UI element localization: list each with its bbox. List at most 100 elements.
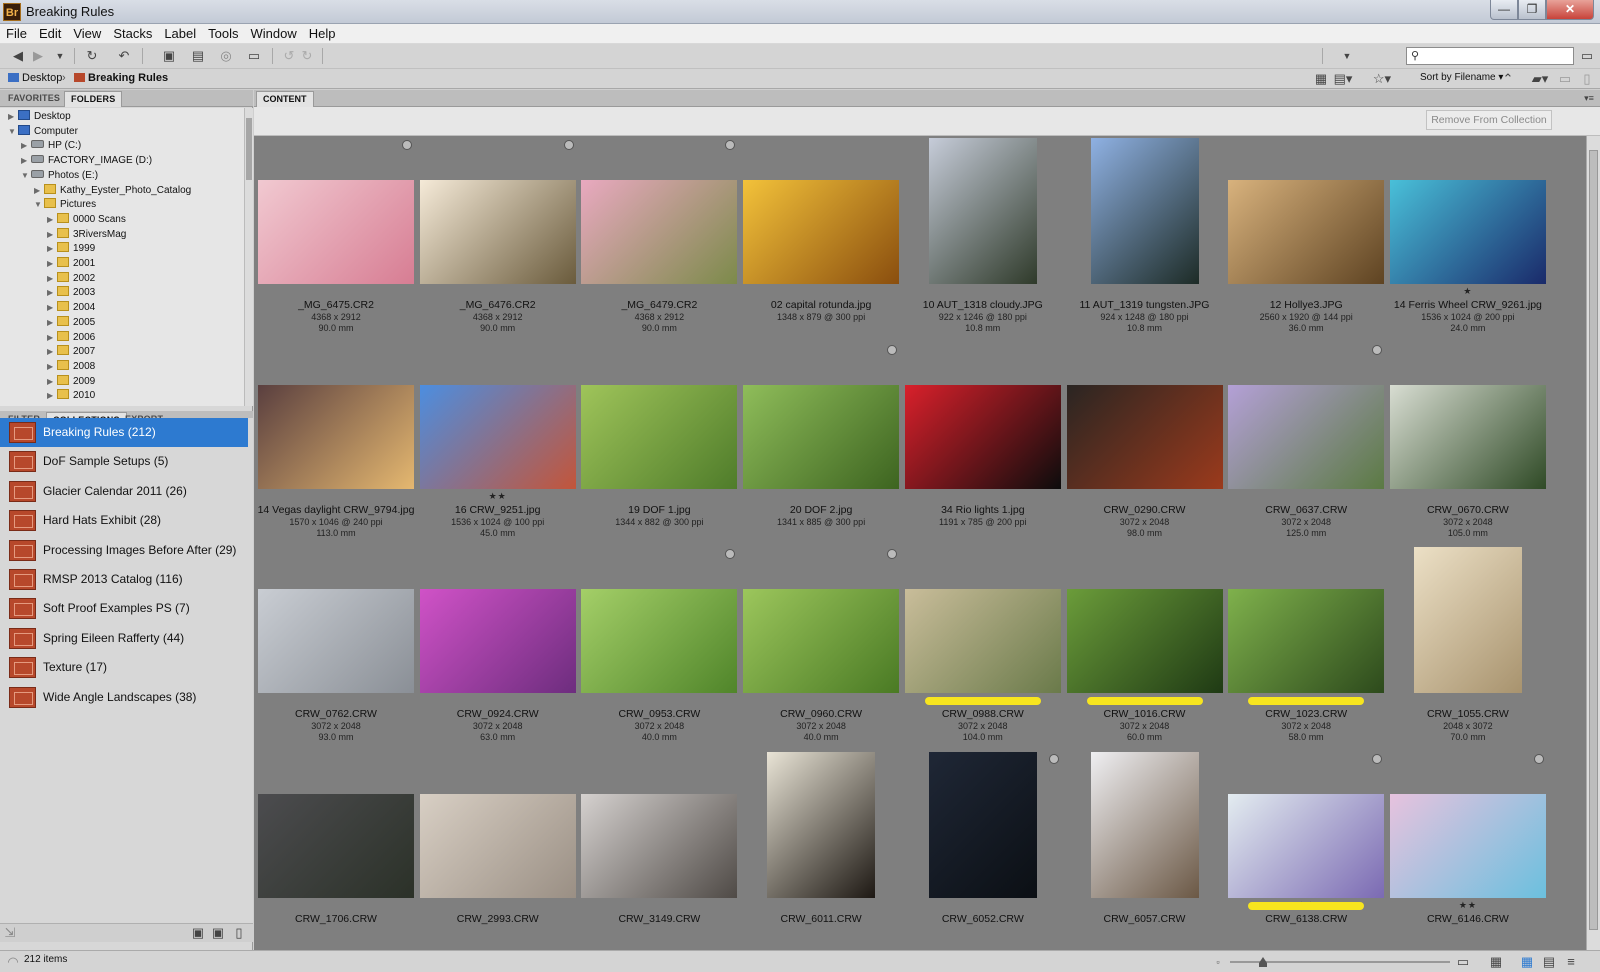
expand-arrow-open-icon[interactable]: ▼ — [8, 124, 18, 139]
thumbnail-image[interactable] — [419, 793, 576, 898]
collection-item[interactable]: Breaking Rules (212) — [0, 418, 248, 447]
thumbnail-image[interactable] — [581, 589, 738, 693]
folder-tree-row[interactable]: ▶ 2005 — [47, 315, 95, 330]
folder-tree-row[interactable]: ▶ 1999 — [47, 241, 95, 256]
panel-grip-icon[interactable]: ⇲ — [4, 925, 16, 941]
folder-tree-row[interactable]: ▶ 2006 — [47, 330, 95, 345]
thumbnail-image[interactable] — [1228, 589, 1385, 693]
thumbnail-cell[interactable]: ★★ CRW_6146.CRW — [1388, 750, 1548, 951]
folder-tree-row[interactable]: ▶ 2002 — [47, 271, 95, 286]
stack-badge-icon[interactable] — [563, 140, 574, 150]
grid-lock-icon[interactable]: ▦ — [1488, 954, 1504, 970]
collection-item[interactable]: Hard Hats Exhibit (28) — [0, 506, 248, 535]
thumbnail-filename[interactable]: 34 Rio lights 1.jpg — [903, 504, 1063, 516]
thumbnail-filename[interactable]: CRW_1016.CRW — [1065, 708, 1225, 720]
thumbnail-image[interactable] — [1066, 589, 1223, 693]
thumbnail-filename[interactable]: _MG_6475.CR2 — [256, 299, 416, 311]
thumbnail-cell[interactable]: ★ 14 Ferris Wheel CRW_9261.jpg 1536 x 1024… — [1388, 136, 1548, 341]
reveal-recent-icon[interactable]: ↻ — [82, 48, 102, 64]
thumbnail-cell[interactable]: CRW_0953.CRW 3072 x 2048 40.0 mm — [579, 545, 739, 750]
thumbnail-image[interactable] — [1090, 751, 1199, 898]
stack-badge-icon[interactable] — [887, 344, 898, 355]
thumbnail-cell[interactable]: CRW_3149.CRW — [579, 750, 739, 951]
rotate-right-icon[interactable]: ↻ — [300, 48, 314, 64]
filter-by-rating-icon[interactable]: ☆▾ — [1370, 71, 1394, 87]
thumbnail-image[interactable] — [581, 793, 738, 898]
star-rating[interactable]: ★ — [1388, 286, 1548, 297]
output-icon[interactable]: ▭ — [242, 48, 266, 64]
thumbnail-cell[interactable]: CRW_0988.CRW 3072 x 2048 104.0 mm — [903, 545, 1063, 750]
thumbnail-image[interactable] — [928, 138, 1037, 284]
workspace-dropdown-icon[interactable]: ▼ — [1340, 48, 1354, 64]
folder-tree-row[interactable]: ▶ 0000 Scans — [47, 212, 126, 227]
folder-tree-row[interactable]: ▼ Photos (E:) — [21, 168, 98, 183]
thumbnail-size-slider-thumb[interactable] — [1259, 957, 1267, 967]
thumbnail-image[interactable] — [1389, 180, 1546, 284]
folder-tree-row[interactable]: ▶ Kathy_Eyster_Photo_Catalog — [34, 183, 191, 198]
thumbnail-filename[interactable]: CRW_6138.CRW — [1226, 913, 1386, 925]
thumbnail-filename[interactable]: CRW_0290.CRW — [1065, 504, 1225, 516]
thumbnail-cell[interactable]: ★★CRW_6138.CRW — [1226, 750, 1386, 951]
panel-menu-icon[interactable]: ▾≡ — [1582, 90, 1596, 106]
thumbnail-filename[interactable]: CRW_0953.CRW — [579, 708, 739, 720]
expand-arrow-closed-icon[interactable]: ▶ — [47, 315, 57, 330]
expand-arrow-closed-icon[interactable]: ▶ — [47, 330, 57, 345]
tab-content[interactable]: CONTENT — [256, 91, 314, 107]
expand-arrow-closed-icon[interactable]: ▶ — [47, 241, 57, 256]
thumbnail-cell[interactable]: CRW_0290.CRW 3072 x 2048 98.0 mm — [1065, 341, 1225, 546]
thumbnail-filename[interactable]: CRW_0960.CRW — [741, 708, 901, 720]
stack-badge-icon[interactable] — [887, 549, 898, 559]
menu-stacks[interactable]: Stacks — [107, 24, 158, 42]
thumbnail-image[interactable] — [1413, 547, 1522, 693]
thumbnail-filename[interactable]: CRW_0924.CRW — [418, 708, 578, 720]
get-photos-icon[interactable]: ▣ — [160, 48, 178, 64]
thumbnail-filename[interactable]: CRW_6146.CRW — [1388, 913, 1548, 925]
thumbnail-image[interactable] — [581, 180, 738, 284]
thumbnail-image[interactable] — [928, 751, 1037, 898]
thumbnail-filename[interactable]: 02 capital rotunda.jpg — [741, 299, 901, 311]
recent-dropdown-icon[interactable]: ▼ — [54, 48, 66, 64]
expand-arrow-closed-icon[interactable]: ▶ — [47, 212, 57, 227]
thumbnail-filename[interactable]: 10 AUT_1318 cloudy.JPG — [903, 299, 1063, 311]
thumbnail-image[interactable] — [258, 793, 414, 898]
expand-arrow-open-icon[interactable]: ▼ — [21, 168, 31, 183]
menu-help[interactable]: Help — [303, 24, 342, 42]
minimize-button[interactable]: — — [1490, 0, 1518, 20]
folder-tree-row[interactable]: ▶ 3RiversMag — [47, 227, 126, 242]
thumbnail-cell[interactable]: 14 Vegas daylight CRW_9794.jpg 1570 x 104… — [256, 341, 416, 546]
thumbnail-cell[interactable]: CRW_6052.CRW — [903, 750, 1063, 951]
star-rating[interactable]: ★★ — [418, 491, 578, 502]
content-scrollbar[interactable] — [1586, 136, 1600, 950]
collection-item[interactable]: Wide Angle Landscapes (38) — [0, 683, 248, 712]
stack-badge-icon[interactable] — [1372, 344, 1383, 355]
folder-tree-row[interactable]: ▶ 2008 — [47, 359, 95, 374]
new-collection-icon[interactable]: ▣ — [210, 925, 226, 941]
thumbnail-cell[interactable]: CRW_0924.CRW 3072 x 2048 63.0 mm — [418, 545, 578, 750]
thumbnail-image[interactable] — [581, 384, 738, 489]
folder-tree-row[interactable]: ▶ 2004 — [47, 300, 95, 315]
breadcrumb-desktop[interactable]: Desktop — [8, 72, 62, 84]
thumbnail-filename[interactable]: 14 Ferris Wheel CRW_9261.jpg — [1388, 299, 1548, 311]
stack-badge-icon[interactable] — [1048, 753, 1059, 764]
thumbnail-cell[interactable]: ★★ 16 CRW_9251.jpg 1536 x 1024 @ 100 ppi 45… — [418, 341, 578, 546]
view-thumbnails-icon[interactable]: ▦ — [1518, 954, 1536, 970]
thumbnail-filename[interactable]: CRW_1055.CRW — [1388, 708, 1548, 720]
menu-file[interactable]: File — [0, 24, 33, 42]
thumbnail-cell[interactable]: 02 capital rotunda.jpg 1348 x 879 @ 300 p… — [741, 136, 901, 341]
new-folder-icon[interactable]: ▭ — [1558, 71, 1572, 87]
thumbnail-cell[interactable]: _MG_6475.CR2 4368 x 2912 90.0 mm — [256, 136, 416, 341]
menu-edit[interactable]: Edit — [33, 24, 67, 42]
folder-tree-row[interactable]: ▶ 2010 — [47, 388, 95, 403]
thumbnail-image[interactable] — [1389, 793, 1546, 898]
thumbnail-filename[interactable]: CRW_0637.CRW — [1226, 504, 1386, 516]
thumbnail-image[interactable] — [767, 751, 876, 898]
collection-item[interactable]: Glacier Calendar 2011 (26) — [0, 477, 248, 506]
folder-tree-row[interactable]: ▶ 2009 — [47, 374, 95, 389]
thumbnail-image[interactable] — [419, 180, 576, 284]
remove-from-collection-button[interactable]: Remove From Collection — [1426, 110, 1552, 130]
stack-badge-icon[interactable] — [1533, 753, 1544, 764]
thumbnail-filename[interactable]: 11 AUT_1319 tungsten.JPG — [1065, 299, 1225, 311]
folder-tree-row[interactable]: ▶ HP (C:) — [21, 138, 81, 153]
folder-tree-row[interactable]: ▼ Computer — [8, 124, 78, 139]
thumbnail-image[interactable] — [419, 589, 576, 693]
